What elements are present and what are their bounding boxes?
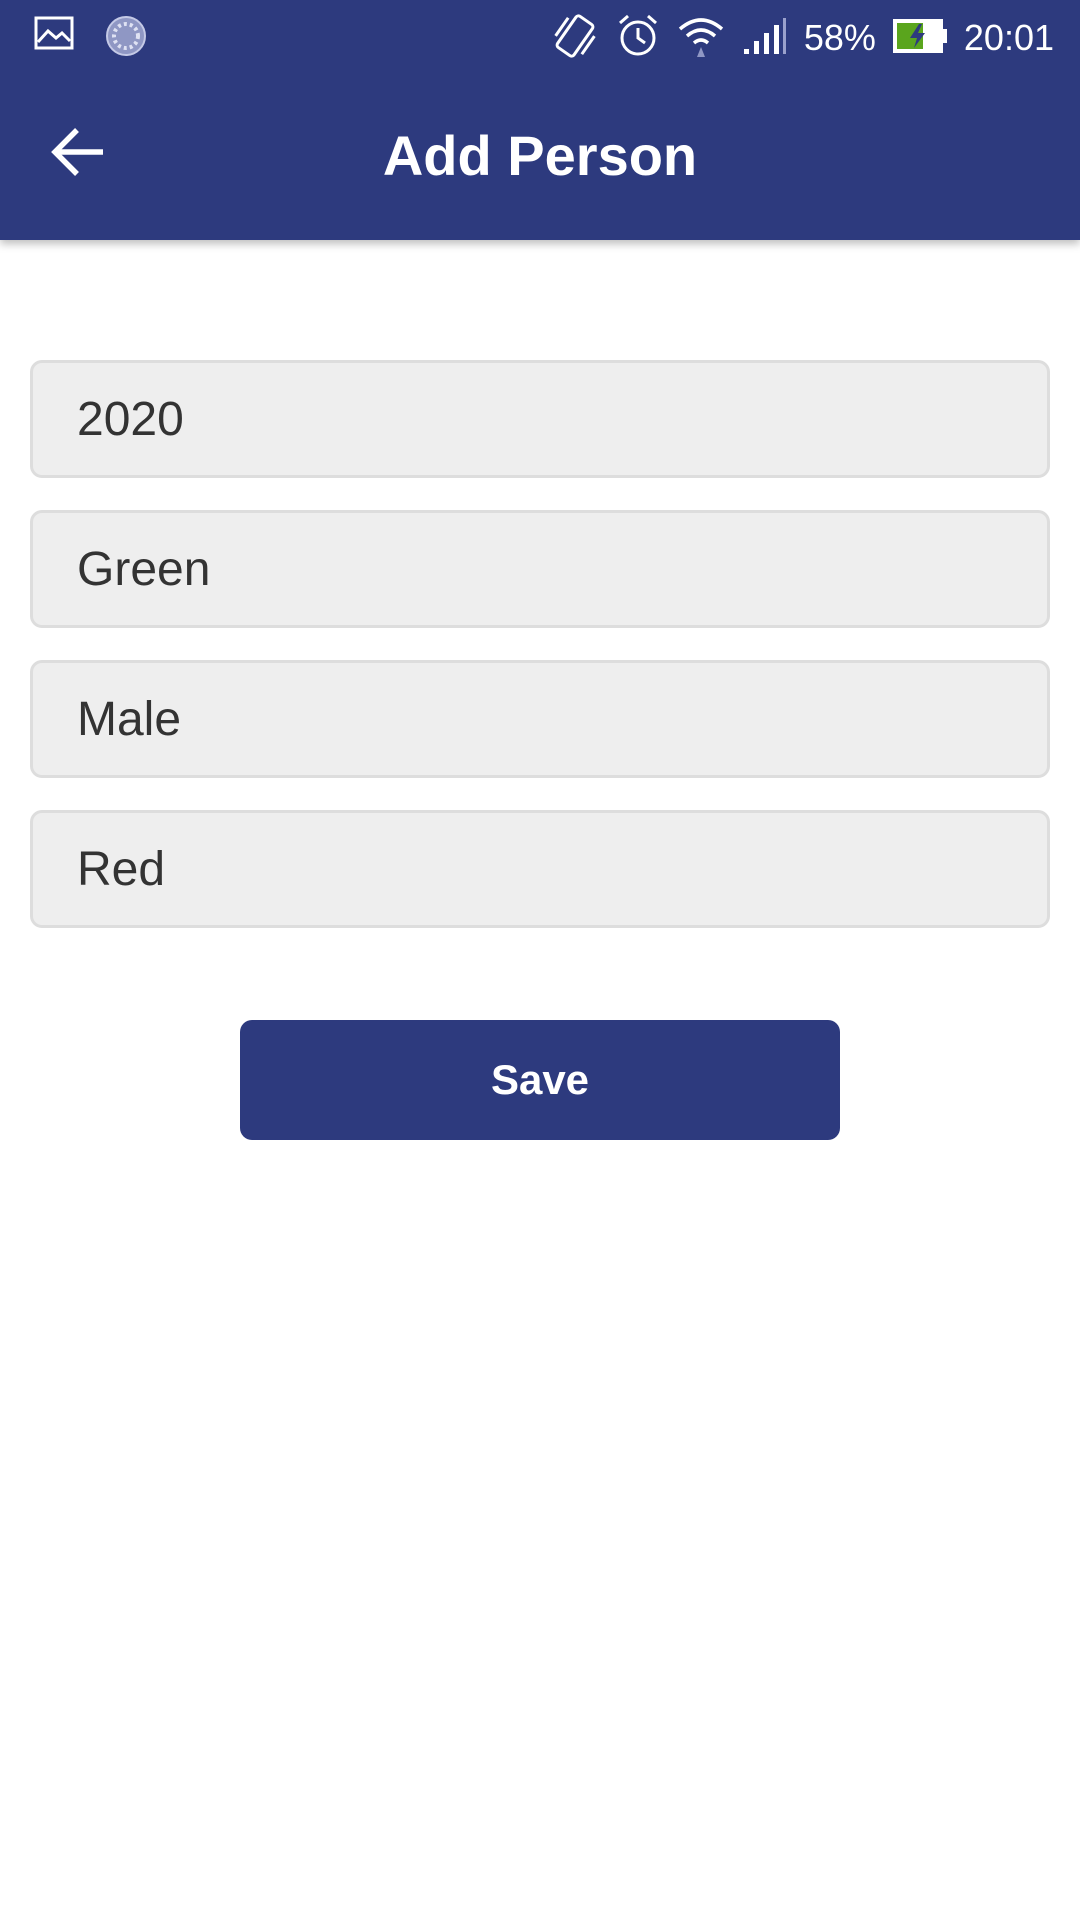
field-2[interactable] <box>30 510 1050 628</box>
wifi-icon <box>676 13 726 64</box>
field-4[interactable] <box>30 810 1050 928</box>
field-1-input[interactable] <box>77 391 1003 447</box>
image-icon <box>34 16 74 58</box>
field-4-input[interactable] <box>77 841 1003 897</box>
field-3[interactable] <box>30 660 1050 778</box>
add-person-form <box>30 360 1050 960</box>
battery-percent: 58% <box>803 17 876 58</box>
status-icons: 58% 20:01 <box>550 12 1054 64</box>
save-button[interactable]: Save <box>240 1020 840 1140</box>
battery-charging-icon <box>892 18 948 59</box>
app-header: 58% 20:01 Add Person <box>0 0 1080 240</box>
page-title: Add Person <box>382 124 698 187</box>
vibrate-icon <box>550 13 600 64</box>
alarm-icon <box>616 13 660 64</box>
clock: 20:01 <box>963 17 1054 58</box>
status-bar: 58% 20:01 <box>0 0 1080 76</box>
toolbar: Add Person <box>0 76 1080 240</box>
field-1[interactable] <box>30 360 1050 478</box>
field-3-input[interactable] <box>77 691 1003 747</box>
signal-icon <box>742 16 788 61</box>
sync-icon <box>104 14 148 56</box>
field-2-input[interactable] <box>77 541 1003 597</box>
